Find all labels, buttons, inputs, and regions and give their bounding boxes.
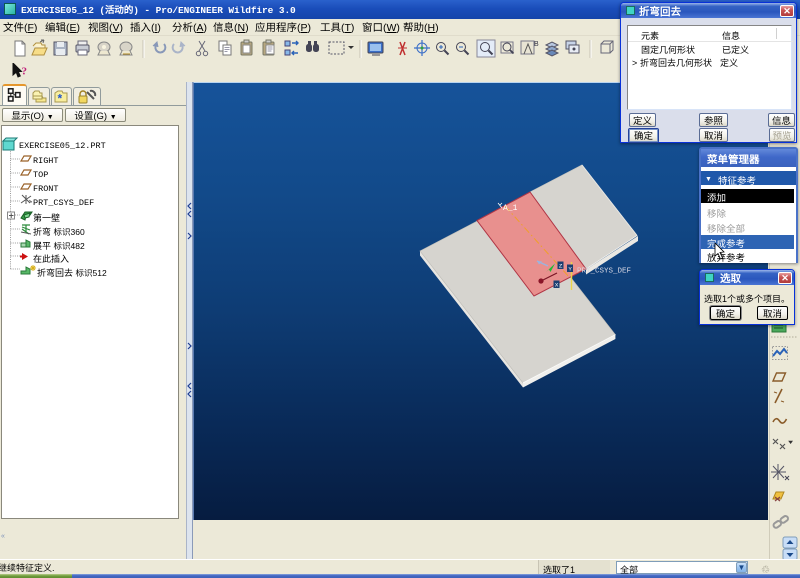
svg-text:?: ?: [22, 66, 28, 78]
svg-text:PRT_CSYS_DEF: PRT_CSYS_DEF: [577, 268, 631, 276]
svg-text:*: *: [58, 90, 63, 103]
svg-text:X: X: [555, 282, 559, 289]
svg-text:B: B: [534, 39, 539, 49]
svg-text:A_1: A_1: [503, 204, 518, 213]
svg-text:Y: Y: [568, 266, 572, 273]
svg-text:Z: Z: [559, 263, 563, 270]
